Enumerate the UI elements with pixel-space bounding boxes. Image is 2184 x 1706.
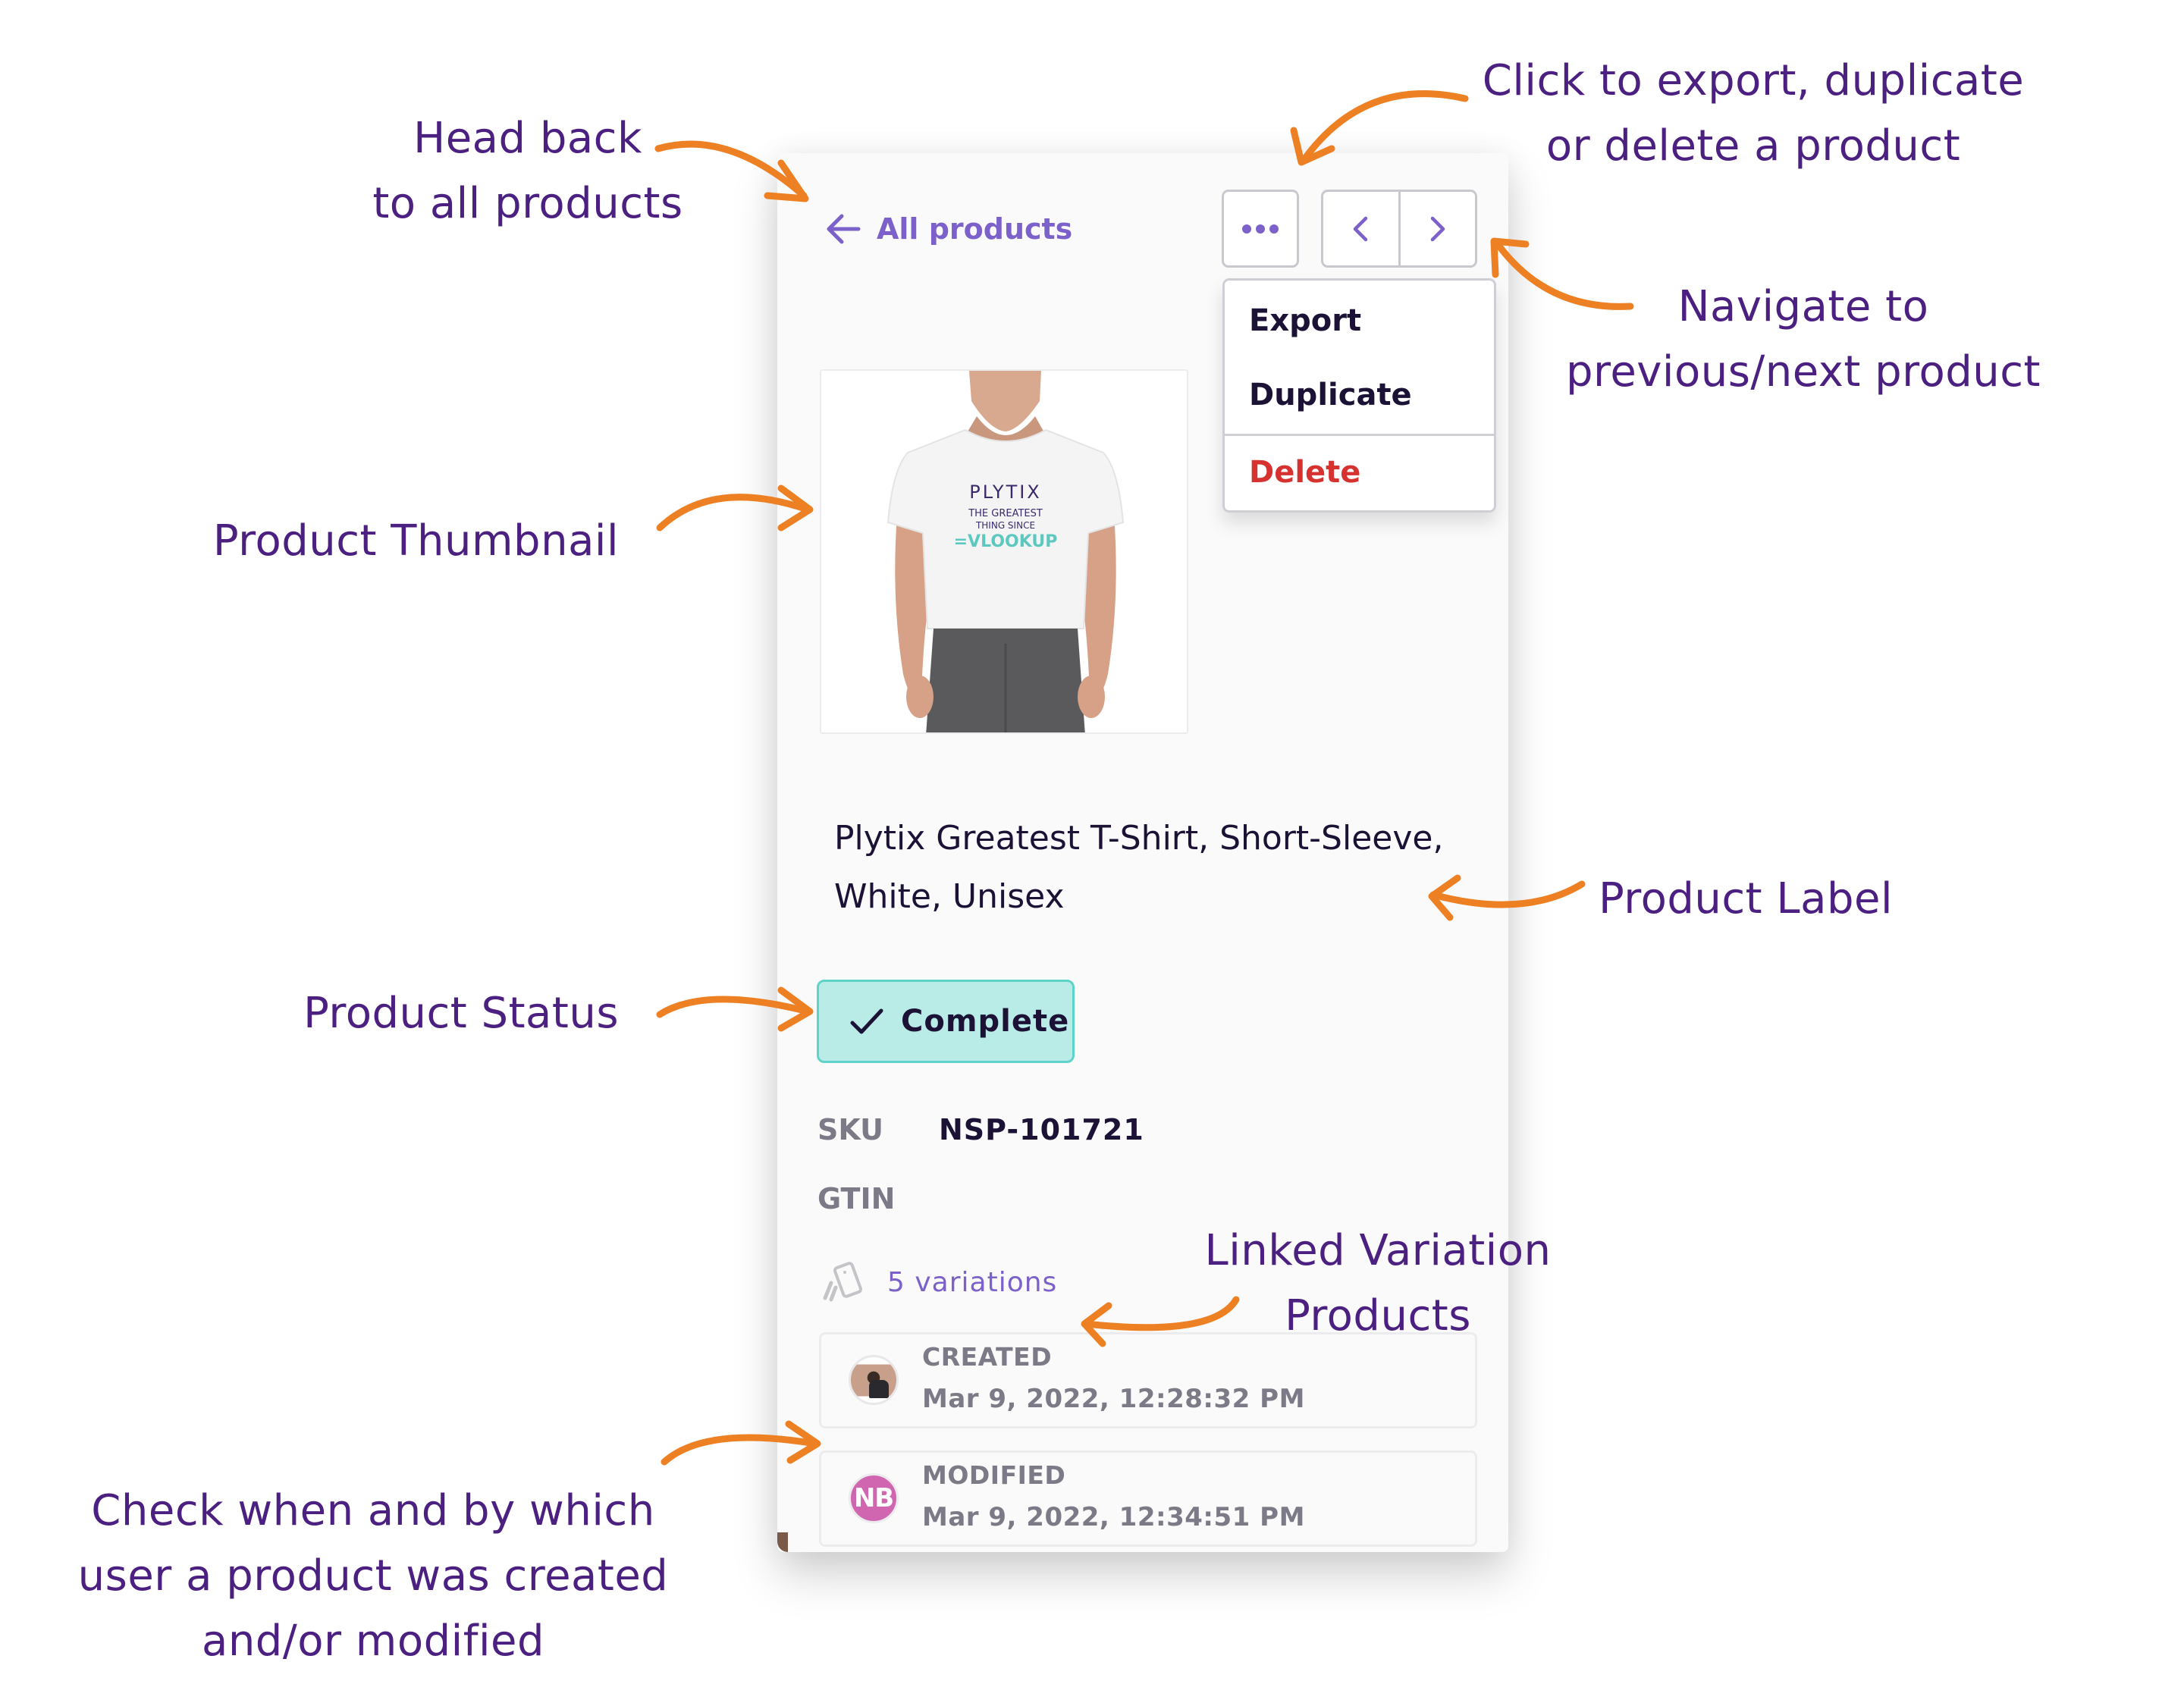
annotation-line: Navigate to xyxy=(1677,282,1929,331)
annotation-line: Product Thumbnail xyxy=(212,516,619,566)
gtin-label: GTIN xyxy=(817,1182,896,1215)
actions-dropdown-menu: Export Duplicate Delete xyxy=(1222,278,1496,513)
sku-value: NSP-101721 xyxy=(939,1113,1144,1146)
shirt-text: THE GREATEST xyxy=(968,508,1043,519)
annotation-line: Head back xyxy=(413,114,642,163)
modified-label: MODIFIED xyxy=(922,1460,1066,1490)
annotation-variations: Linked Variation Products xyxy=(1205,1218,1552,1349)
prev-next-navigation xyxy=(1321,190,1477,268)
variations-count: 5 variations xyxy=(887,1266,1058,1298)
annotation-line: Product Status xyxy=(303,989,619,1038)
more-dots-icon xyxy=(1256,224,1265,234)
created-label: CREATED xyxy=(922,1342,1053,1372)
status-label: Complete xyxy=(901,1004,1070,1039)
annotation-actions-menu: Click to export, duplicate or delete a p… xyxy=(1483,49,2024,179)
shirt-text: THING SINCE xyxy=(975,520,1035,531)
menu-item-export[interactable]: Export xyxy=(1249,303,1361,338)
next-product-button[interactable] xyxy=(1401,192,1476,265)
annotation-audit: Check when and by which user a product w… xyxy=(78,1479,669,1674)
chevron-right-icon xyxy=(1430,216,1445,241)
product-label: Plytix Greatest T-Shirt, Short-Sleeve, W… xyxy=(834,819,1444,916)
modifier-avatar[interactable]: NB xyxy=(849,1473,899,1523)
variations-link[interactable]: 5 variations xyxy=(821,1260,1057,1304)
annotation-line: previous/next product xyxy=(1565,347,2041,397)
annotation-line: Products xyxy=(1285,1291,1471,1341)
created-date: Mar 9, 2022, 12:28:32 PM xyxy=(922,1384,1305,1414)
annotation-line: or delete a product xyxy=(1545,121,1961,171)
annotation-product-label: Product Label xyxy=(1599,867,1893,932)
annotation-line: to all products xyxy=(372,179,683,228)
all-products-label: All products xyxy=(877,212,1073,246)
more-actions-button[interactable] xyxy=(1222,190,1299,268)
annotation-thumbnail: Product Thumbnail xyxy=(213,509,619,574)
variations-cards-icon xyxy=(823,1262,862,1302)
more-dots-icon xyxy=(1242,224,1251,234)
menu-divider xyxy=(1225,434,1494,436)
annotation-status: Product Status xyxy=(303,981,619,1046)
annotation-line: and/or modified xyxy=(202,1617,544,1666)
status-badge[interactable]: Complete xyxy=(817,980,1075,1063)
arrow-actions-menu xyxy=(1301,90,1469,163)
annotation-line: Linked Variation xyxy=(1204,1226,1552,1275)
previous-product-button[interactable] xyxy=(1323,192,1398,265)
annotation-line: Click to export, duplicate xyxy=(1482,56,2025,105)
menu-item-duplicate[interactable]: Duplicate xyxy=(1249,378,1412,412)
annotation-line: Product Label xyxy=(1599,874,1893,924)
modified-info-card: NB MODIFIED Mar 9, 2022, 12:34:51 PM xyxy=(819,1450,1477,1547)
more-dots-icon xyxy=(1269,224,1279,234)
chevron-left-icon xyxy=(1354,216,1368,241)
modified-date: Mar 9, 2022, 12:34:51 PM xyxy=(922,1502,1305,1532)
all-products-link[interactable]: All products xyxy=(825,212,1072,246)
checkmark-icon xyxy=(850,1008,883,1034)
sku-label: SKU xyxy=(817,1113,884,1146)
annotation-navigate: Navigate to previous/next product xyxy=(1566,274,2041,405)
tshirt-photo: PLYTIX THE GREATEST THING SINCE =VLOOKUP xyxy=(821,371,1187,732)
annotation-head-back: Head back to all products xyxy=(372,106,682,237)
shirt-text: PLYTIX xyxy=(969,481,1042,503)
menu-item-delete[interactable]: Delete xyxy=(1249,455,1360,490)
annotation-line: user a product was created xyxy=(77,1551,669,1601)
shirt-text: =VLOOKUP xyxy=(954,532,1058,551)
creator-avatar[interactable] xyxy=(849,1355,899,1405)
arrow-left-icon xyxy=(827,214,861,244)
corner-edge xyxy=(777,1532,788,1552)
annotation-line: Check when and by which xyxy=(91,1486,655,1535)
product-thumbnail[interactable]: PLYTIX THE GREATEST THING SINCE =VLOOKUP xyxy=(820,369,1188,734)
